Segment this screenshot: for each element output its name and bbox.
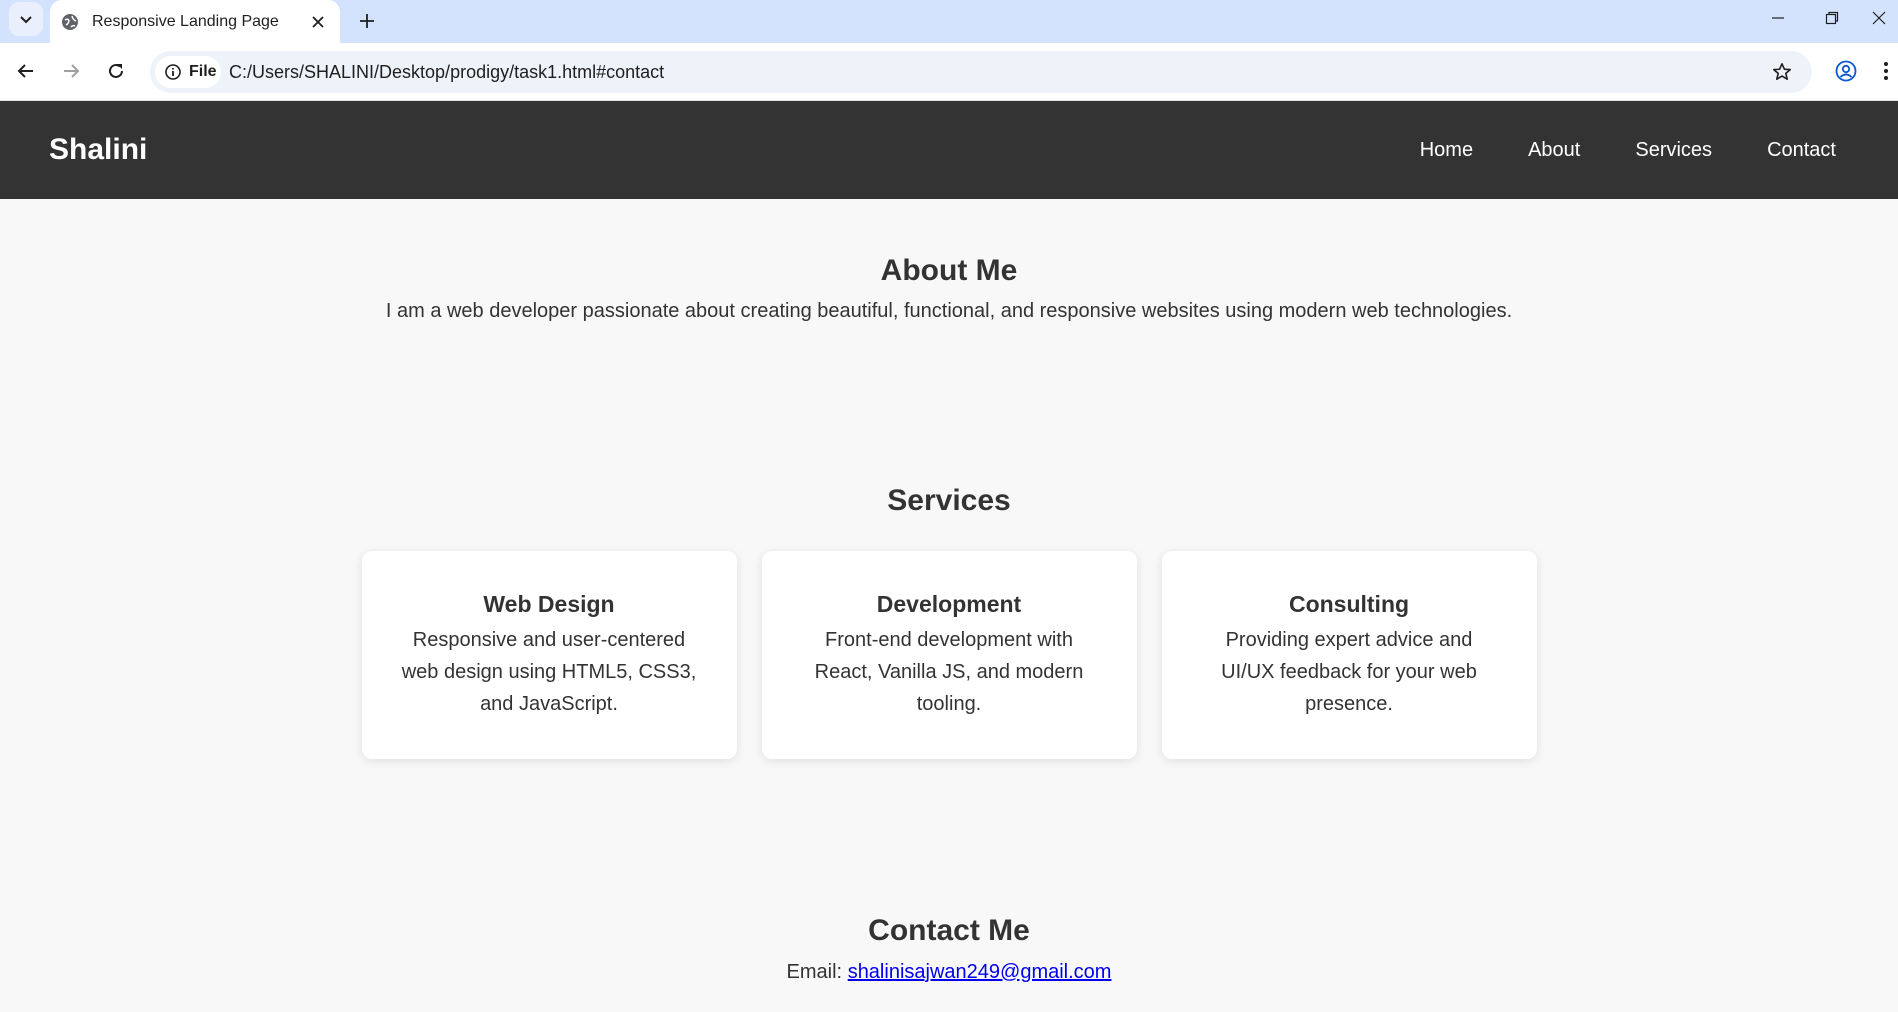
browser-tab[interactable]: Responsive Landing Page	[50, 0, 340, 43]
url-text[interactable]: C:/Users/SHALINI/Desktop/prodigy/task1.h…	[229, 51, 664, 93]
plus-icon	[360, 14, 374, 28]
site-chip-label: File	[189, 63, 217, 80]
profile-button[interactable]	[1828, 53, 1864, 89]
browser-tab-bar: Responsive Landing Page	[0, 0, 1898, 43]
bookmark-button[interactable]	[1766, 56, 1798, 88]
site-logo[interactable]: Shalini	[49, 101, 147, 199]
service-card-development: Development Front-end development with R…	[761, 551, 1137, 759]
site-header: Shalini Home About Services Contact	[0, 101, 1898, 199]
chevron-down-icon	[20, 16, 32, 24]
service-card-title: Development	[876, 591, 1022, 617]
about-text: I am a web developer passionate about cr…	[385, 300, 1513, 322]
nav-link-services[interactable]: Services	[1635, 139, 1712, 162]
browser-toolbar: File C:/Users/SHALINI/Desktop/prodigy/ta…	[0, 43, 1898, 101]
info-icon	[165, 64, 181, 80]
nav-link-home[interactable]: Home	[1420, 139, 1473, 162]
contact-title: Contact Me	[868, 914, 1030, 947]
minimize-icon	[1772, 17, 1784, 19]
globe-icon	[60, 12, 80, 32]
close-icon	[1872, 11, 1886, 25]
email-link[interactable]: shalinisajwan249@gmail.com	[848, 961, 1112, 983]
menu-button[interactable]	[1874, 53, 1898, 89]
service-card-text: Front-end development with React, Vanill…	[814, 629, 1084, 715]
service-card-text: Providing expert advice and UI/UX feedba…	[1221, 629, 1477, 715]
service-card-text: Responsive and user-centered web design …	[401, 629, 697, 715]
reload-icon	[109, 63, 123, 78]
service-card-title: Consulting	[1288, 591, 1410, 617]
arrow-left-icon	[17, 64, 33, 78]
tab-search-button[interactable]	[9, 2, 43, 36]
back-button[interactable]	[8, 53, 44, 89]
service-card-consulting: Consulting Providing expert advice and U…	[1161, 551, 1537, 759]
star-icon	[1773, 63, 1791, 80]
arrow-right-icon	[64, 64, 80, 78]
account-icon	[1835, 60, 1857, 82]
email-label: Email:	[786, 961, 843, 983]
service-card-title: Web Design	[483, 591, 615, 617]
new-tab-button[interactable]	[350, 4, 384, 38]
close-tab-icon[interactable]	[304, 8, 332, 36]
service-card-web-design: Web Design Responsive and user-centered …	[361, 551, 737, 759]
contact-email-line: Email: shalinisajwan249@gmail.com	[0, 961, 1898, 984]
nav-link-contact[interactable]: Contact	[1767, 139, 1836, 162]
reload-button[interactable]	[98, 53, 134, 89]
close-window-button[interactable]	[1860, 0, 1898, 36]
services-title: Services	[887, 484, 1011, 517]
restore-button[interactable]	[1806, 0, 1858, 36]
main-nav: Home About Services Contact	[1365, 101, 1836, 199]
restore-icon	[1825, 11, 1839, 25]
services-cards: Web Design Responsive and user-centered …	[0, 551, 1898, 759]
address-bar[interactable]: File C:/Users/SHALINI/Desktop/prodigy/ta…	[150, 51, 1812, 93]
about-title: About Me	[880, 254, 1018, 287]
tab-title: Responsive Landing Page	[92, 12, 279, 30]
minimize-button[interactable]	[1752, 0, 1804, 36]
forward-button[interactable]	[53, 53, 89, 89]
site-info-chip[interactable]: File	[155, 56, 221, 88]
more-vert-icon	[1884, 62, 1888, 80]
nav-link-about[interactable]: About	[1528, 139, 1580, 162]
